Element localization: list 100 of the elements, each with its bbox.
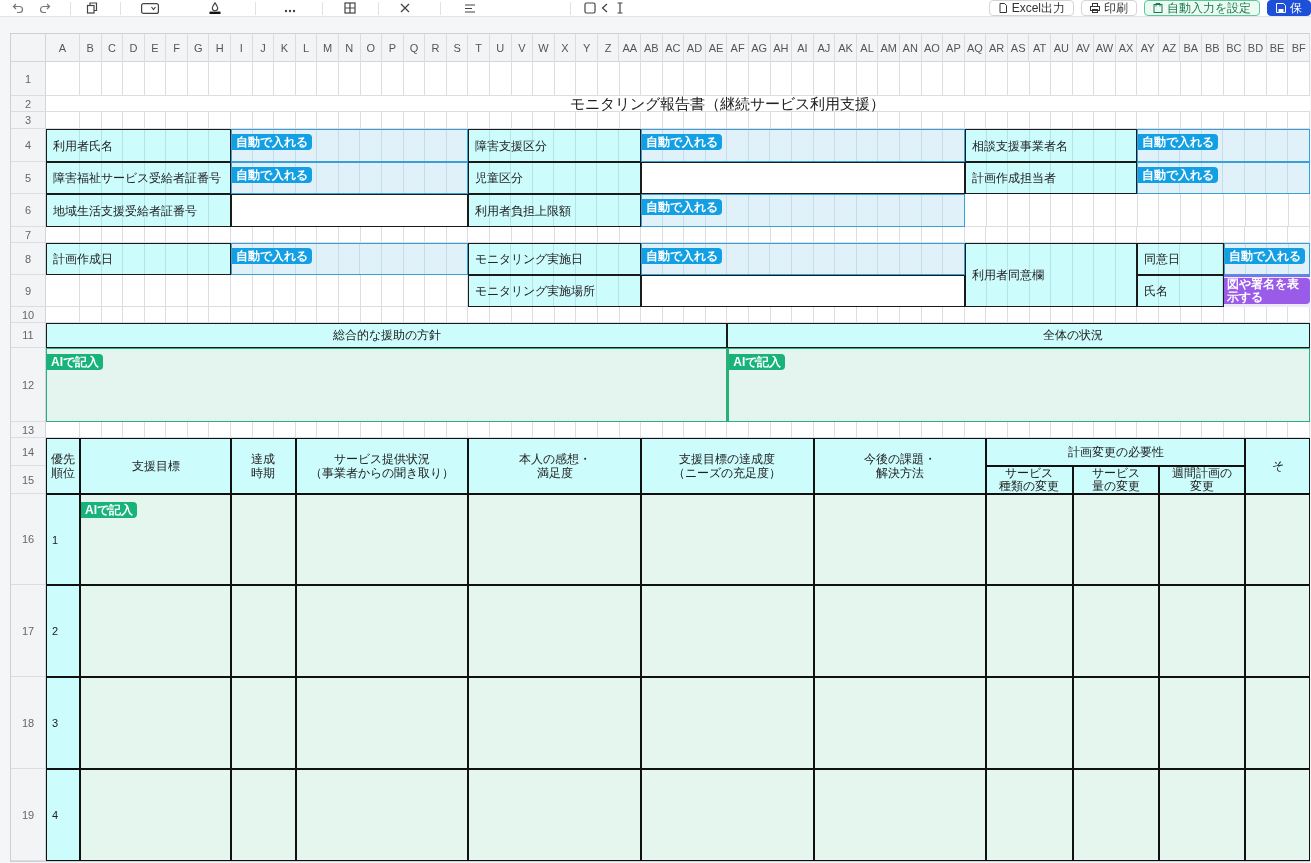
input-cell[interactable] [295,585,469,677]
column-header[interactable]: Q [403,34,426,62]
input-cell[interactable] [80,585,232,677]
cross-icon[interactable] [399,2,411,14]
row-header[interactable]: 1 [11,62,46,96]
row-header[interactable]: 5 [11,162,46,194]
column-header[interactable]: BC [1223,34,1246,62]
row-header[interactable]: 11 [11,323,46,348]
column-header[interactable]: AQ [964,34,987,62]
column-header[interactable]: L [295,34,318,62]
blank-cells[interactable] [46,307,1310,323]
column-header[interactable]: AB [641,34,663,62]
input-cell[interactable] [986,494,1073,585]
input-cell[interactable] [468,585,642,677]
redo-icon[interactable] [39,2,51,14]
input-cell[interactable] [1158,494,1246,585]
column-header[interactable]: BE [1266,34,1289,62]
column-header[interactable]: AI [792,34,814,62]
print-button[interactable]: 印刷 [1081,0,1137,16]
fill-color-icon[interactable] [209,2,221,14]
column-header[interactable]: D [123,34,145,62]
input-cell[interactable] [231,494,296,585]
input-cell[interactable] [468,677,642,769]
column-header[interactable]: Z [597,34,620,62]
input-cell[interactable] [1072,585,1159,677]
column-header[interactable]: BB [1202,34,1224,62]
input-field[interactable] [641,275,965,307]
column-header[interactable]: N [338,34,361,62]
table-icon[interactable] [344,2,356,14]
column-header[interactable]: AU [1051,34,1073,62]
autofill-settings-button[interactable]: 自動入力を設定 [1144,0,1260,16]
dropdown-icon[interactable] [141,2,159,14]
column-header[interactable]: BA [1180,34,1203,62]
column-header[interactable]: G [187,34,210,62]
column-header[interactable]: AD [684,34,706,62]
input-field[interactable] [641,162,965,194]
input-cell[interactable] [1245,677,1310,769]
blank-cells[interactable] [964,194,1310,227]
column-header[interactable]: AC [662,34,685,62]
input-cell[interactable] [295,677,469,769]
save-button[interactable]: 保 [1267,0,1311,16]
column-header[interactable]: AA [619,34,642,62]
input-cell[interactable] [1245,494,1310,585]
column-header[interactable]: AM [878,34,900,62]
column-header[interactable]: AW [1094,34,1116,62]
column-header[interactable]: AL [856,34,879,62]
column-header[interactable]: F [166,34,188,62]
input-cell[interactable] [1245,585,1310,677]
column-header[interactable]: E [144,34,167,62]
input-cell[interactable] [641,769,814,861]
column-header[interactable]: Y [576,34,598,62]
column-header[interactable]: BF [1288,34,1310,62]
column-header[interactable]: O [360,34,383,62]
column-header[interactable]: AE [705,34,728,62]
undo-icon[interactable] [12,2,24,14]
row-header[interactable]: 2 [11,96,46,112]
column-header[interactable]: AR [986,34,1008,62]
row-header[interactable]: 8 [11,243,46,275]
column-header[interactable]: AG [748,34,771,62]
input-cell[interactable] [80,677,232,769]
input-cell[interactable] [986,677,1073,769]
row-header[interactable]: 6 [11,194,46,227]
column-header[interactable]: AZ [1158,34,1181,62]
input-cell[interactable] [1072,494,1159,585]
input-cell[interactable] [813,494,987,585]
row-header[interactable]: 18 [11,677,46,769]
input-cell[interactable] [1072,769,1159,861]
row-header[interactable]: 14 [11,438,46,466]
copy-icon[interactable] [86,2,98,14]
input-cell[interactable] [813,585,987,677]
blank-cells[interactable] [46,422,1310,438]
input-cell[interactable] [231,585,296,677]
column-header[interactable]: P [382,34,404,62]
input-cell[interactable] [986,585,1073,677]
row-header[interactable]: 10 [11,307,46,323]
column-header[interactable]: C [101,34,124,62]
input-cell[interactable] [813,769,987,861]
column-header[interactable]: BD [1245,34,1267,62]
align-icon[interactable] [464,2,476,14]
column-header[interactable]: AX [1115,34,1138,62]
input-cell[interactable] [295,769,469,861]
checkbox-icon[interactable] [584,2,596,14]
row-header[interactable]: 15 [11,466,46,494]
input-cell[interactable] [1158,677,1246,769]
input-cell[interactable] [1245,769,1310,861]
input-cell[interactable] [80,769,232,861]
blank-cells[interactable] [46,62,1310,96]
row-header[interactable]: 7 [11,227,46,243]
column-header[interactable]: AF [727,34,749,62]
column-header[interactable]: AH [770,34,793,62]
blank-cells[interactable] [46,275,469,307]
blank-cells[interactable] [46,227,1310,243]
column-header[interactable]: K [274,34,296,62]
column-header[interactable]: I [231,34,253,62]
row-header[interactable]: 16 [11,494,46,585]
column-header[interactable]: AO [921,34,944,62]
input-cell[interactable] [641,677,814,769]
input-field[interactable] [231,194,469,227]
export-button[interactable]: Excel出力 [988,0,1074,16]
row-header[interactable]: 9 [11,275,46,307]
